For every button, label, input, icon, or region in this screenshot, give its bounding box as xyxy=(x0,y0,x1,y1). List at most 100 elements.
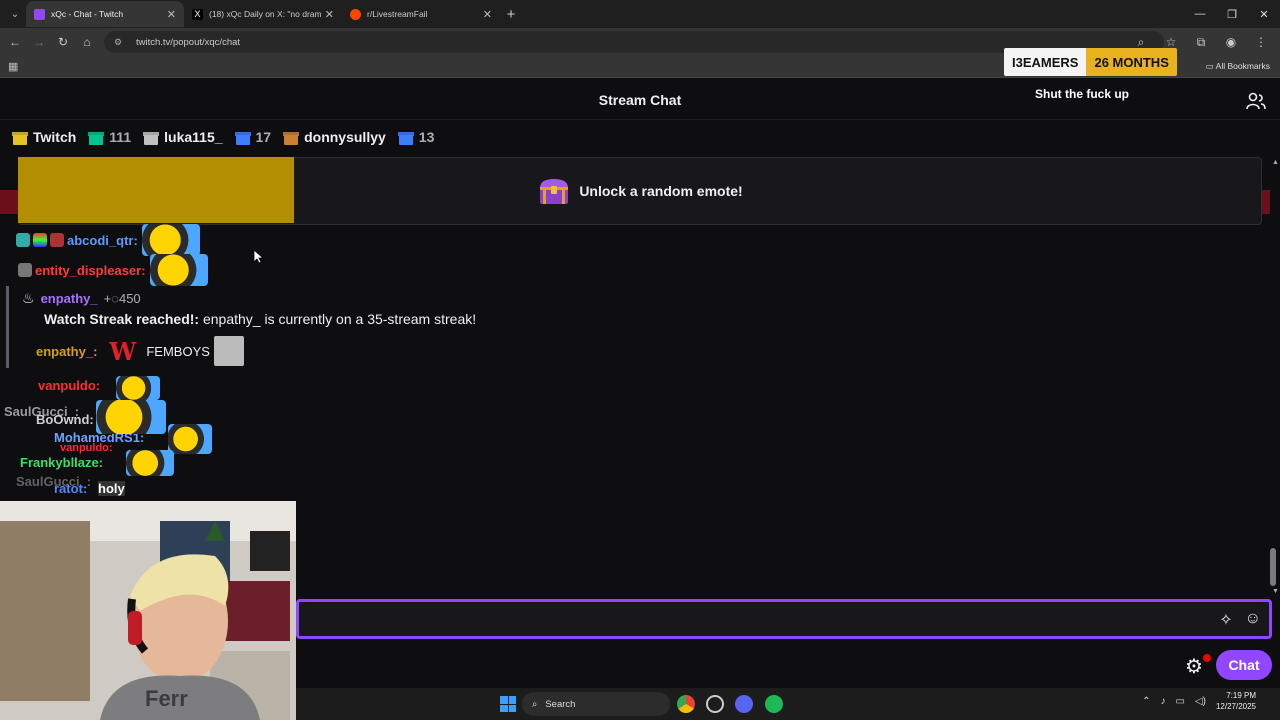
chat-scrollbar[interactable] xyxy=(1270,157,1278,597)
chat-text: FEMBOYS xyxy=(146,343,210,359)
chat-username[interactable]: Frankybllaze: xyxy=(20,455,103,470)
site-info-icon[interactable]: ⚙ xyxy=(114,37,128,48)
taskbar-search[interactable]: ⌕ Search xyxy=(522,692,670,716)
windows-start-icon[interactable] xyxy=(500,696,516,712)
gift-icon xyxy=(12,130,28,145)
close-tab-icon[interactable]: ✕ xyxy=(483,8,492,21)
face-emote xyxy=(213,336,244,366)
streak-title: Watch Streak reached!: xyxy=(44,311,200,327)
channel-points: +◌450 xyxy=(103,291,141,306)
badge-icon xyxy=(50,233,64,247)
webcam-feed-image: Ferr xyxy=(0,501,296,720)
emote-picker-icon[interactable]: ☺ xyxy=(1245,610,1261,630)
browser-tab-reddit[interactable]: r/LivestreamFail ✕ xyxy=(342,1,500,27)
tab-title: (18) xQc Daily on X: "no drama xyxy=(209,9,321,19)
send-chat-button[interactable]: Chat xyxy=(1216,650,1272,680)
scroll-down-icon[interactable]: ▼ xyxy=(1272,588,1279,595)
treasure-chest-icon xyxy=(540,179,569,204)
chat-message: enpathy_: W FEMBOYS xyxy=(36,336,244,366)
gift-icon xyxy=(397,130,414,145)
apps-grid-icon[interactable]: ▦ xyxy=(8,60,18,73)
party-popper-icon[interactable]: ✧ xyxy=(1219,610,1232,630)
chat-input-box[interactable]: ✧ ☺ xyxy=(296,599,1272,639)
back-icon[interactable]: ← xyxy=(3,35,27,49)
minion-emote xyxy=(116,376,160,400)
chat-title: Stream Chat xyxy=(598,91,682,108)
taskbar-search-label: Search xyxy=(545,698,576,710)
leaderboard-item[interactable]: Twitch xyxy=(12,129,76,145)
minion-emote xyxy=(149,254,208,286)
chat-username[interactable]: BoOwnd: xyxy=(36,412,94,427)
streak-message: Watch Streak reached!: enpathy_ is curre… xyxy=(44,311,476,327)
chat-username[interactable]: enpathy_: xyxy=(36,344,97,359)
extensions-icon[interactable]: ⧉ xyxy=(1186,35,1216,50)
reload-icon[interactable]: ↻ xyxy=(51,35,75,49)
sub-alert-name: I3EAMERS xyxy=(1004,48,1087,76)
leaderboard-user: donnysullyy xyxy=(304,129,386,145)
sub-badge-icon xyxy=(16,233,30,247)
chat-username[interactable]: vanpuldo: xyxy=(38,378,100,393)
all-bookmarks-button[interactable]: ▭ All Bookmarks xyxy=(1206,61,1270,72)
search-icon: ⌕ xyxy=(532,698,538,710)
system-tray: ⌃ ♪ ▭ ◁) 7:19 PM 12/27/2025 xyxy=(1142,690,1256,712)
all-bookmarks-label: All Bookmarks xyxy=(1215,61,1270,71)
chat-username[interactable]: ratot: xyxy=(54,481,87,496)
overlay-caption: Shut the fuck up xyxy=(1035,87,1129,101)
browser-tab-twitch[interactable]: xQc - Chat - Twitch ✕ xyxy=(26,1,184,27)
browser-menu-icon[interactable]: ⋮ xyxy=(1246,35,1276,49)
scrollbar-thumb[interactable] xyxy=(1270,548,1276,586)
chat-username[interactable]: vanpuldo: xyxy=(60,442,113,454)
minion-emote xyxy=(126,450,174,476)
clock-date: 12/27/2025 xyxy=(1215,702,1256,711)
leaderboard-item[interactable]: donnysullyy xyxy=(283,129,386,145)
discord-icon[interactable] xyxy=(735,695,753,713)
browser-tab-x[interactable]: X (18) xQc Daily on X: "no drama ✕ xyxy=(184,1,342,27)
bookmark-star-icon[interactable]: ☆ xyxy=(1156,35,1186,49)
tab-title: r/LivestreamFail xyxy=(367,9,428,19)
spotify-icon[interactable] xyxy=(765,695,783,713)
chrome-icon[interactable] xyxy=(677,695,695,713)
obs-icon[interactable] xyxy=(706,695,724,713)
flame-icon: ♨ xyxy=(22,290,35,306)
gift-leaderboard: Twitch 111 luka115_ 17 donnysullyy 13 xyxy=(0,120,1280,154)
chat-username[interactable]: entity_displeaser: xyxy=(35,263,146,278)
minion-emote xyxy=(141,224,200,256)
leaderboard-count: 17 xyxy=(234,129,272,145)
close-window-icon[interactable]: ✕ xyxy=(1248,0,1280,28)
twitch-favicon-icon xyxy=(34,8,45,20)
leaderboard-user: luka115_ xyxy=(164,129,223,145)
home-icon[interactable]: ⌂ xyxy=(75,35,99,49)
gift-count: 17 xyxy=(255,129,272,145)
network-icon[interactable]: ▭ xyxy=(1175,696,1184,707)
close-tab-icon[interactable]: ✕ xyxy=(167,8,176,21)
community-users-icon[interactable] xyxy=(1246,92,1266,110)
sub-alert-months: 26 MONTHS xyxy=(1086,48,1177,76)
reddit-favicon-icon xyxy=(350,8,361,20)
forward-icon[interactable]: → xyxy=(27,35,51,49)
new-tab-button[interactable]: + xyxy=(500,6,522,23)
browser-tab-bar: ⌄ xQc - Chat - Twitch ✕ X (18) xQc Daily… xyxy=(0,0,1280,28)
streak-header: ♨ enpathy_ +◌450 xyxy=(22,290,141,307)
scroll-up-icon[interactable]: ▲ xyxy=(1272,159,1279,166)
chat-message-input[interactable] xyxy=(307,608,1187,630)
minimize-icon[interactable]: — xyxy=(1184,0,1216,28)
gift-count: 111 xyxy=(109,129,132,145)
streak-username[interactable]: enpathy_ xyxy=(41,291,98,306)
pride-badge-icon xyxy=(33,233,47,247)
close-tab-icon[interactable]: ✕ xyxy=(325,8,334,21)
leaderboard-count: 13 xyxy=(397,129,434,145)
tray-overflow-icon[interactable]: ⌃ xyxy=(1142,696,1150,707)
gift-icon xyxy=(88,130,105,145)
minion-emote xyxy=(96,400,166,434)
minion-emote xyxy=(168,424,212,454)
chat-username[interactable]: abcodi_qtr: xyxy=(67,233,138,248)
leaderboard-item[interactable]: luka115_ xyxy=(143,129,223,145)
volume-icon[interactable]: ◁) xyxy=(1195,696,1206,707)
taskbar-clock[interactable]: 7:19 PM 12/27/2025 xyxy=(1216,690,1256,712)
tab-search-button[interactable]: ⌄ xyxy=(4,4,26,24)
w-emote: W xyxy=(109,336,137,366)
restore-icon[interactable]: ❐ xyxy=(1216,0,1248,28)
mouse-cursor-icon xyxy=(254,250,264,264)
profile-avatar[interactable]: ◉ xyxy=(1216,35,1246,49)
microphone-icon[interactable]: ♪ xyxy=(1160,696,1165,707)
